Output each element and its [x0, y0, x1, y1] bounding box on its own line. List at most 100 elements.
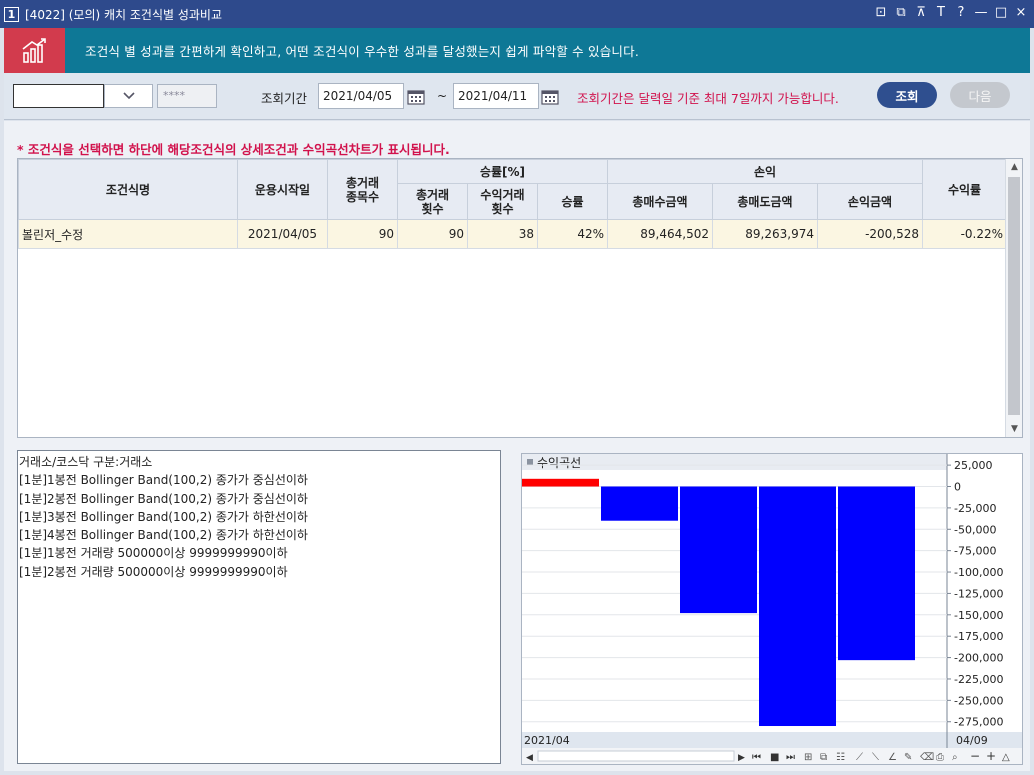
chart-logo-icon [4, 28, 65, 73]
account-dropdown[interactable] [104, 84, 153, 108]
y-tick-label: -50,000 [954, 523, 996, 536]
scroll-left-icon[interactable]: ◀ [526, 753, 533, 763]
pen-icon[interactable]: ✎ [904, 752, 912, 763]
settings-icon[interactable]: ☷ [836, 752, 845, 763]
header-win-group: 승률[%] [397, 159, 608, 184]
last-page-icon[interactable]: ⏭ [786, 752, 795, 763]
cell-return: -0.22% [922, 219, 1008, 249]
header-pnl-group: 손익 [606, 159, 924, 184]
y-tick-label: -225,000 [954, 673, 1003, 686]
period-note: 조회기간은 달력일 기준 최대 7일까지 가능합니다. [577, 91, 839, 106]
cell-start-date: 2021/04/05 [237, 219, 328, 249]
scroll-up-icon[interactable]: ▲ [1006, 159, 1022, 175]
x-end-label: 04/09 [956, 734, 988, 747]
y-tick-label: 0 [954, 481, 961, 494]
zoom-out-icon[interactable]: − [970, 749, 980, 763]
print-icon[interactable]: ⎙ [936, 752, 944, 763]
y-tick-label: -125,000 [954, 587, 1003, 600]
header-total-items: 총거래 종목수 [327, 159, 398, 220]
y-tick-label: -275,000 [954, 716, 1003, 729]
font-size-icon[interactable]: T [934, 5, 948, 20]
results-grid: 조건식명 운용시작일 총거래 종목수 승률[%] 손익 수익률 총거래 횟수 수… [17, 158, 1023, 438]
window-number-badge: 1 [4, 6, 19, 22]
account-input[interactable] [13, 84, 104, 108]
stop-icon[interactable]: ■ [770, 752, 779, 763]
cell-total-items: 90 [327, 219, 398, 249]
table-row[interactable]: 볼린저_수정 2021/04/05 90 90 38 42% 89,464,50… [18, 219, 1008, 249]
title-bar: 1 [4022] (모의) 캐치 조건식별 성과비교 ⊡ ⧉ ⊼ T ? — □… [0, 0, 1034, 28]
y-tick-label: -150,000 [954, 609, 1003, 622]
header-total-buy: 총매수금액 [607, 183, 713, 220]
header-name: 조건식명 [18, 159, 238, 220]
scroll-thumb[interactable] [1008, 177, 1020, 415]
angle-icon[interactable]: ∠ [888, 752, 897, 763]
profit-bar [759, 486, 836, 727]
selection-hint: * 조건식을 선택하면 하단에 해당조건식의 상세조건과 수익곡선차트가 표시됩… [17, 142, 450, 157]
legend-marker [527, 459, 533, 465]
link-icon[interactable]: ⊡ [874, 5, 888, 20]
draw-icon[interactable]: ⟍ [872, 752, 879, 763]
triangle-icon[interactable]: △ [1002, 752, 1010, 763]
calendar-from-icon[interactable] [405, 84, 427, 108]
calendar-to-icon[interactable] [539, 84, 561, 108]
info-banner: 조건식 별 성과를 간편하게 확인하고, 어떤 조건식이 우수한 성과를 달성했… [4, 28, 1030, 73]
window-controls: ⊡ ⧉ ⊼ T ? — □ × [874, 5, 1028, 20]
password-input[interactable]: **** [157, 84, 217, 108]
condition-line: [1분]1봉전 Bollinger Band(100,2) 종가가 중심선이하 [19, 473, 308, 488]
scroll-right-icon[interactable]: ▶ [738, 753, 745, 763]
maximize-icon[interactable]: □ [994, 5, 1008, 20]
range-separator: ~ [437, 89, 448, 103]
minimize-icon[interactable]: — [974, 5, 988, 20]
zoom-search-icon[interactable]: ⌕ [952, 752, 958, 763]
header-return: 수익률 [922, 159, 1008, 220]
close-icon[interactable]: × [1014, 5, 1028, 20]
eraser-icon[interactable]: ⌫ [920, 752, 934, 763]
grid-scrollbar[interactable]: ▲ ▼ [1005, 159, 1022, 437]
profit-bar [601, 486, 678, 521]
query-button[interactable]: 조회 [877, 82, 937, 108]
profit-curve-chart: 수익곡선 25,000 0 -25,000 -50,000 -75,000 -100,00… [521, 453, 1023, 765]
scroll-down-icon[interactable]: ▼ [1006, 421, 1022, 437]
x-start-label: 2021/04 [524, 734, 570, 747]
main-content: * 조건식을 선택하면 하단에 해당조건식의 상세조건과 수익곡선차트가 표시됩… [4, 121, 1030, 771]
window-title: [4022] (모의) 캐치 조건식별 성과비교 [25, 7, 223, 22]
crosshair-icon[interactable]: ⊞ [804, 752, 812, 763]
cell-total-buy: 89,464,502 [607, 219, 713, 249]
chart-hscroll[interactable] [537, 750, 735, 762]
header-profit-trades: 수익거래 횟수 [467, 183, 538, 220]
chevron-down-icon [122, 92, 135, 100]
date-to-input[interactable]: 2021/04/11 [453, 83, 539, 109]
chart-toolbar: ◀ ▶ ⏮ ■ ⏭ ⊞ ⧉ ☷ ⟋ ⟍ ∠ ✎ ⌫ ⎙ ⌕ − + △ [522, 748, 1022, 764]
pin-icon[interactable]: ⊼ [914, 5, 928, 20]
profit-bar [680, 486, 757, 614]
condition-detail-panel: 거래소/코스닥 구분:거래소 [1분]1봉전 Bollinger Band(10… [17, 450, 501, 764]
first-page-icon[interactable]: ⏮ [752, 752, 761, 763]
cell-total-sell: 89,263,974 [712, 219, 818, 249]
copy-chart-icon[interactable]: ⧉ [820, 752, 827, 763]
header-total-trades: 총거래 횟수 [397, 183, 468, 220]
header-pnl: 손익금액 [816, 183, 924, 220]
legend-label: 수익곡선 [537, 456, 581, 470]
zoom-in-icon[interactable]: + [986, 749, 996, 763]
cell-name: 볼린저_수정 [18, 219, 238, 249]
profit-bar [838, 486, 915, 661]
copy-window-icon[interactable]: ⧉ [894, 5, 908, 20]
results-table: 조건식명 운용시작일 총거래 종목수 승률[%] 손익 수익률 총거래 횟수 수… [18, 159, 1008, 249]
profit-curve-svg: 수익곡선 25,000 0 -25,000 -50,000 -75,000 -100,00… [522, 454, 1022, 764]
help-icon[interactable]: ? [954, 5, 968, 20]
cell-total-trades: 90 [397, 219, 468, 249]
next-button[interactable]: 다음 [950, 82, 1010, 108]
condition-line: [1분]4봉전 Bollinger Band(100,2) 종가가 하한선이하 [19, 528, 308, 543]
y-tick-label: -100,000 [954, 566, 1003, 579]
date-from-input[interactable]: 2021/04/05 [318, 83, 404, 109]
condition-line: [1분]1봉전 거래량 500000이상 9999999990이하 [19, 546, 288, 561]
trend-line-icon[interactable]: ⟋ [856, 752, 863, 763]
y-tick-label: -250,000 [954, 694, 1003, 707]
condition-line: [1분]2봉전 Bollinger Band(100,2) 종가가 중심선이하 [19, 491, 308, 506]
cell-pnl: -200,528 [816, 219, 924, 249]
condition-line: 거래소/코스닥 구분:거래소 [19, 455, 153, 469]
condition-line: [1분]3봉전 Bollinger Band(100,2) 종가가 하한선이하 [19, 509, 308, 524]
header-win-rate: 승률 [537, 183, 608, 220]
header-start-date: 운용시작일 [237, 159, 328, 220]
query-toolbar: **** 조회기간 2021/04/05 ~ 2021/04/11 조회기간은 … [4, 73, 1030, 120]
